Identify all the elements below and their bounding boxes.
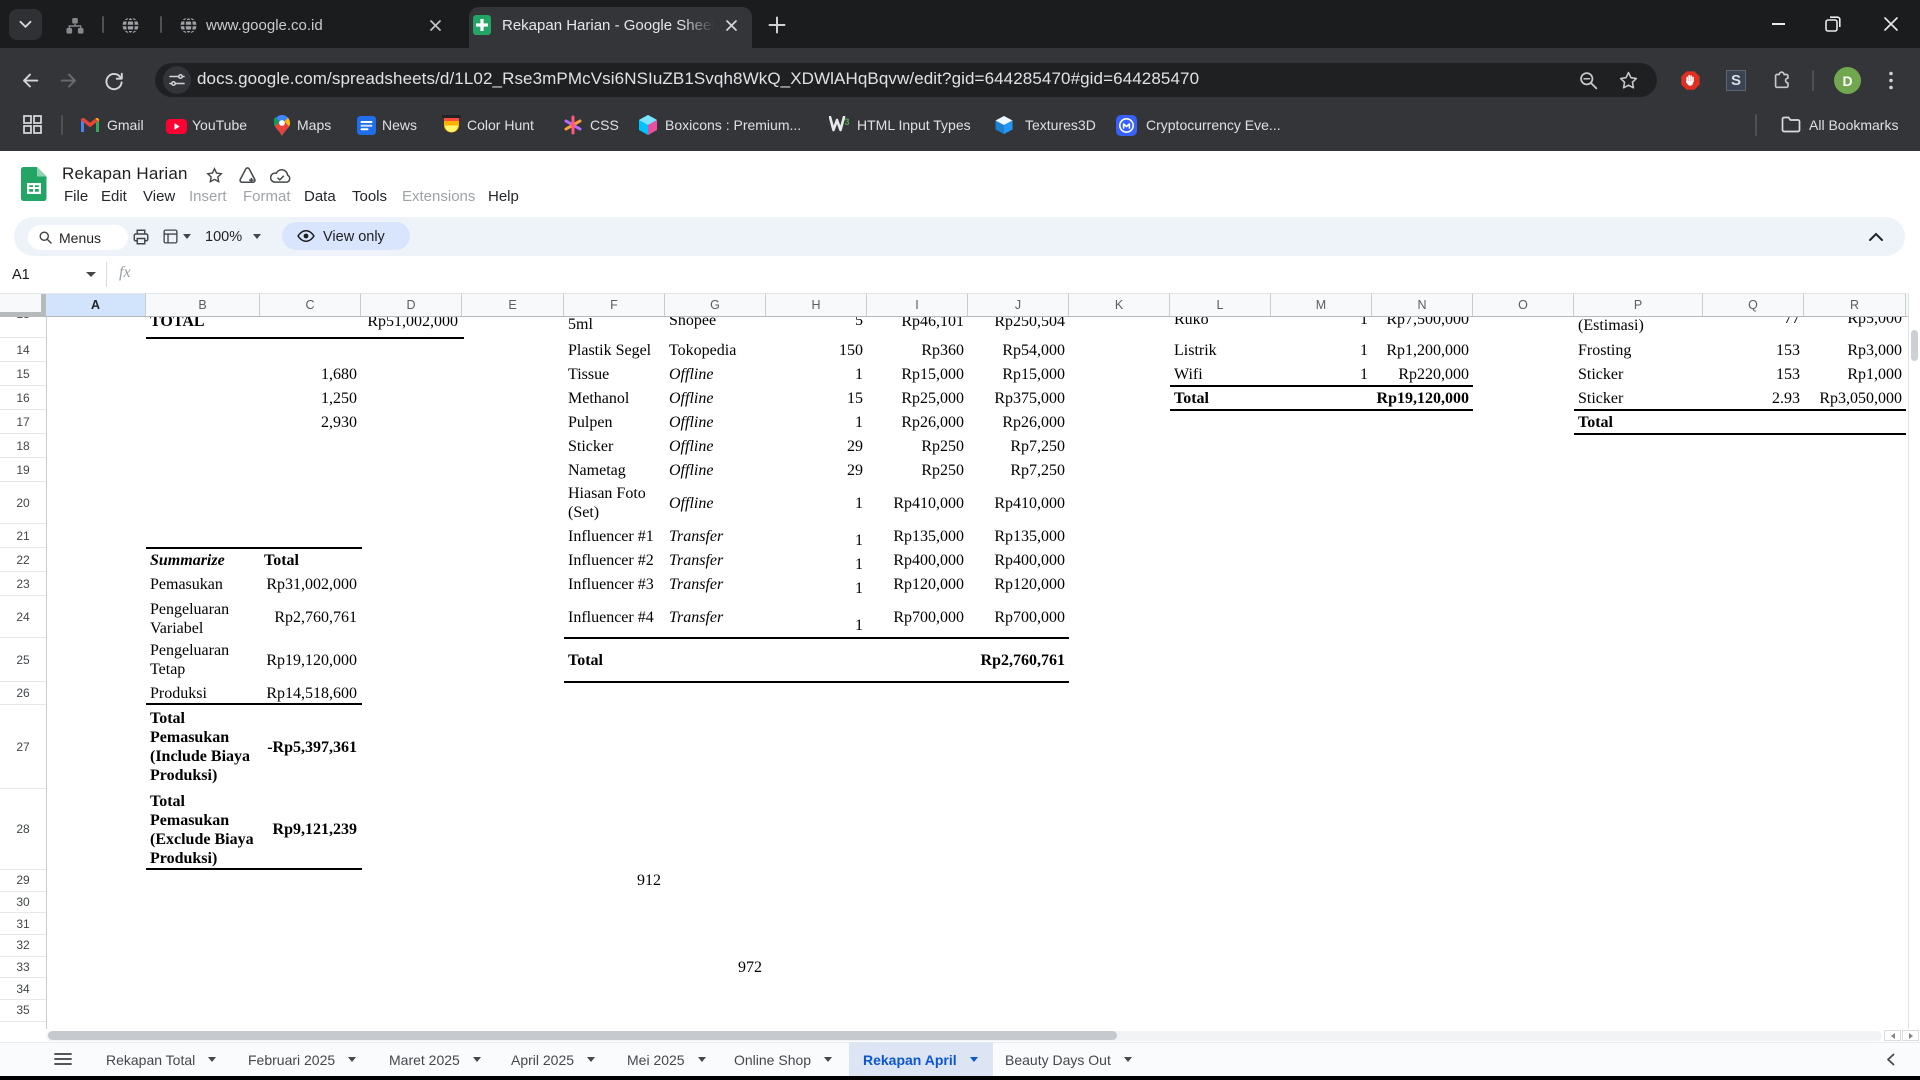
svg-text:3: 3 <box>845 117 850 127</box>
